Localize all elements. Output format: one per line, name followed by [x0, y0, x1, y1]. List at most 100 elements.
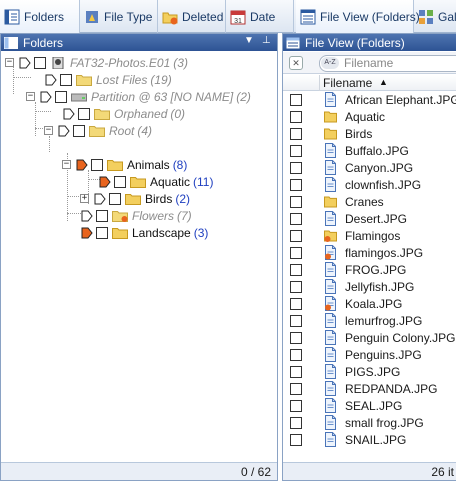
checkbox[interactable] [290, 212, 302, 225]
tab-date[interactable]: 31 Date [226, 0, 294, 33]
checkbox[interactable] [290, 416, 302, 429]
tag-partial-icon[interactable] [76, 159, 88, 171]
checkbox[interactable] [290, 93, 302, 106]
checkbox[interactable] [290, 144, 302, 157]
file-row[interactable]: Aquatic [283, 108, 456, 125]
file-row[interactable]: Penguin Colony.JPG [283, 329, 456, 346]
tree-label: Root [109, 123, 135, 138]
checkbox[interactable] [290, 178, 302, 191]
collapse-toggle[interactable]: − [26, 92, 35, 101]
tree-node-orphaned[interactable]: Orphaned (0) [63, 105, 185, 122]
checkbox[interactable] [290, 229, 302, 242]
tree-count: (2) [175, 191, 191, 206]
expand-toggle[interactable]: + [80, 194, 89, 203]
checkbox[interactable] [73, 124, 85, 137]
column-header-row: Filename ▲ [283, 75, 456, 91]
file-row[interactable]: Flamingos [283, 227, 456, 244]
tag-empty-icon[interactable] [58, 125, 70, 137]
collapse-toggle[interactable]: − [62, 160, 71, 169]
tree-node-root[interactable]: − Root (4) [44, 122, 152, 139]
tag-partial-icon[interactable] [99, 176, 111, 188]
file-row[interactable]: SNAIL.JPG [283, 431, 456, 448]
tab-deleted[interactable]: Deleted [158, 0, 226, 33]
file-row[interactable]: SEAL.JPG [283, 397, 456, 414]
checkbox[interactable] [91, 158, 103, 171]
checkbox[interactable] [290, 195, 302, 208]
checkbox[interactable] [290, 348, 302, 361]
file-row[interactable]: lemurfrog.JPG [283, 312, 456, 329]
checkbox[interactable] [290, 365, 302, 378]
checkbox[interactable] [290, 382, 302, 395]
tag-empty-icon[interactable] [94, 193, 106, 205]
tag-empty-icon[interactable] [81, 210, 93, 222]
file-row[interactable]: flamingos.JPG [283, 244, 456, 261]
sort-az-icon[interactable]: A-Z [321, 57, 339, 69]
tree-node-lost-files[interactable]: Lost Files (19) [45, 71, 172, 88]
collapse-toggle[interactable]: − [5, 58, 14, 67]
tag-full-icon[interactable] [81, 227, 93, 239]
file-row[interactable]: Birds [283, 125, 456, 142]
tree-count: (0) [170, 106, 186, 121]
tab-file-type[interactable]: File Type [80, 0, 158, 33]
checkbox[interactable] [290, 297, 302, 310]
checkbox[interactable] [34, 56, 46, 69]
tree-node-animals[interactable]: − Animals (8) [62, 156, 187, 173]
tab-folders[interactable]: Folders [0, 0, 80, 33]
tab-strip: Folders File Type Deleted 31 Date File V… [0, 0, 456, 33]
file-row[interactable]: clownfish.JPG [283, 176, 456, 193]
file-name: Cranes [345, 194, 384, 209]
tree-node-partition[interactable]: − Partition @ 63 [NO NAME] (2) [26, 88, 251, 105]
filename-column-header[interactable]: Filename [323, 76, 372, 90]
file-name: lemurfrog.JPG [345, 313, 423, 328]
checkbox[interactable] [290, 433, 302, 446]
file-row[interactable]: Desert.JPG [283, 210, 456, 227]
file-row[interactable]: Cranes [283, 193, 456, 210]
file-row[interactable]: Penguins.JPG [283, 346, 456, 363]
file-row[interactable]: Koala.JPG [283, 295, 456, 312]
tree-node-birds[interactable]: + Birds (2) [80, 190, 190, 207]
file-row[interactable]: PIGS.JPG [283, 363, 456, 380]
checkbox[interactable] [96, 209, 108, 222]
checkbox[interactable] [290, 161, 302, 174]
tab-label: Date [250, 9, 276, 24]
checkbox[interactable] [290, 110, 302, 123]
tab-file-view[interactable]: File View (Folders) [296, 0, 420, 33]
tree-node-flowers[interactable]: Flowers (7) [81, 207, 192, 224]
checkbox[interactable] [109, 192, 121, 205]
checkbox[interactable] [290, 280, 302, 293]
tag-empty-icon[interactable] [40, 91, 52, 103]
checkbox[interactable] [290, 127, 302, 140]
deleted-folder-icon [162, 9, 178, 25]
file-row[interactable]: REDPANDA.JPG [283, 380, 456, 397]
filename-filter-input[interactable]: Filename [319, 55, 456, 72]
clear-filter-icon[interactable]: ✕ [289, 56, 303, 70]
file-row[interactable]: Jellyfish.JPG [283, 278, 456, 295]
checkbox[interactable] [114, 175, 126, 188]
tree-node-image[interactable]: − FAT32-Photos.E01 (3) [5, 54, 188, 71]
checkbox[interactable] [290, 331, 302, 344]
checkbox[interactable] [60, 73, 72, 86]
file-row[interactable]: FROG.JPG [283, 261, 456, 278]
checkbox[interactable] [78, 107, 90, 120]
checkbox[interactable] [290, 314, 302, 327]
tag-empty-icon[interactable] [45, 74, 57, 86]
checkbox[interactable] [55, 90, 67, 103]
collapse-toggle[interactable]: − [44, 126, 53, 135]
tag-empty-icon[interactable] [63, 108, 75, 120]
checkbox[interactable] [290, 399, 302, 412]
tab-gallery[interactable]: Gal [414, 0, 456, 33]
pin-icon[interactable]: ⊥ [262, 35, 271, 46]
checkbox[interactable] [96, 226, 108, 239]
pane-menu-arrow-icon[interactable]: ▼ [244, 35, 254, 46]
file-row[interactable]: Canyon.JPG [283, 159, 456, 176]
file-row[interactable]: African Elephant.JPG [283, 91, 456, 108]
tag-empty-icon[interactable] [19, 57, 31, 69]
file-row[interactable]: Buffalo.JPG [283, 142, 456, 159]
file-name: African Elephant.JPG [345, 92, 456, 107]
file-row[interactable]: small frog.JPG [283, 414, 456, 431]
tree-node-aquatic[interactable]: Aquatic (11) [99, 173, 213, 190]
checkbox[interactable] [290, 263, 302, 276]
checkbox[interactable] [290, 246, 302, 259]
tree-node-landscape[interactable]: Landscape (3) [81, 224, 208, 241]
image-file-icon [325, 432, 336, 447]
